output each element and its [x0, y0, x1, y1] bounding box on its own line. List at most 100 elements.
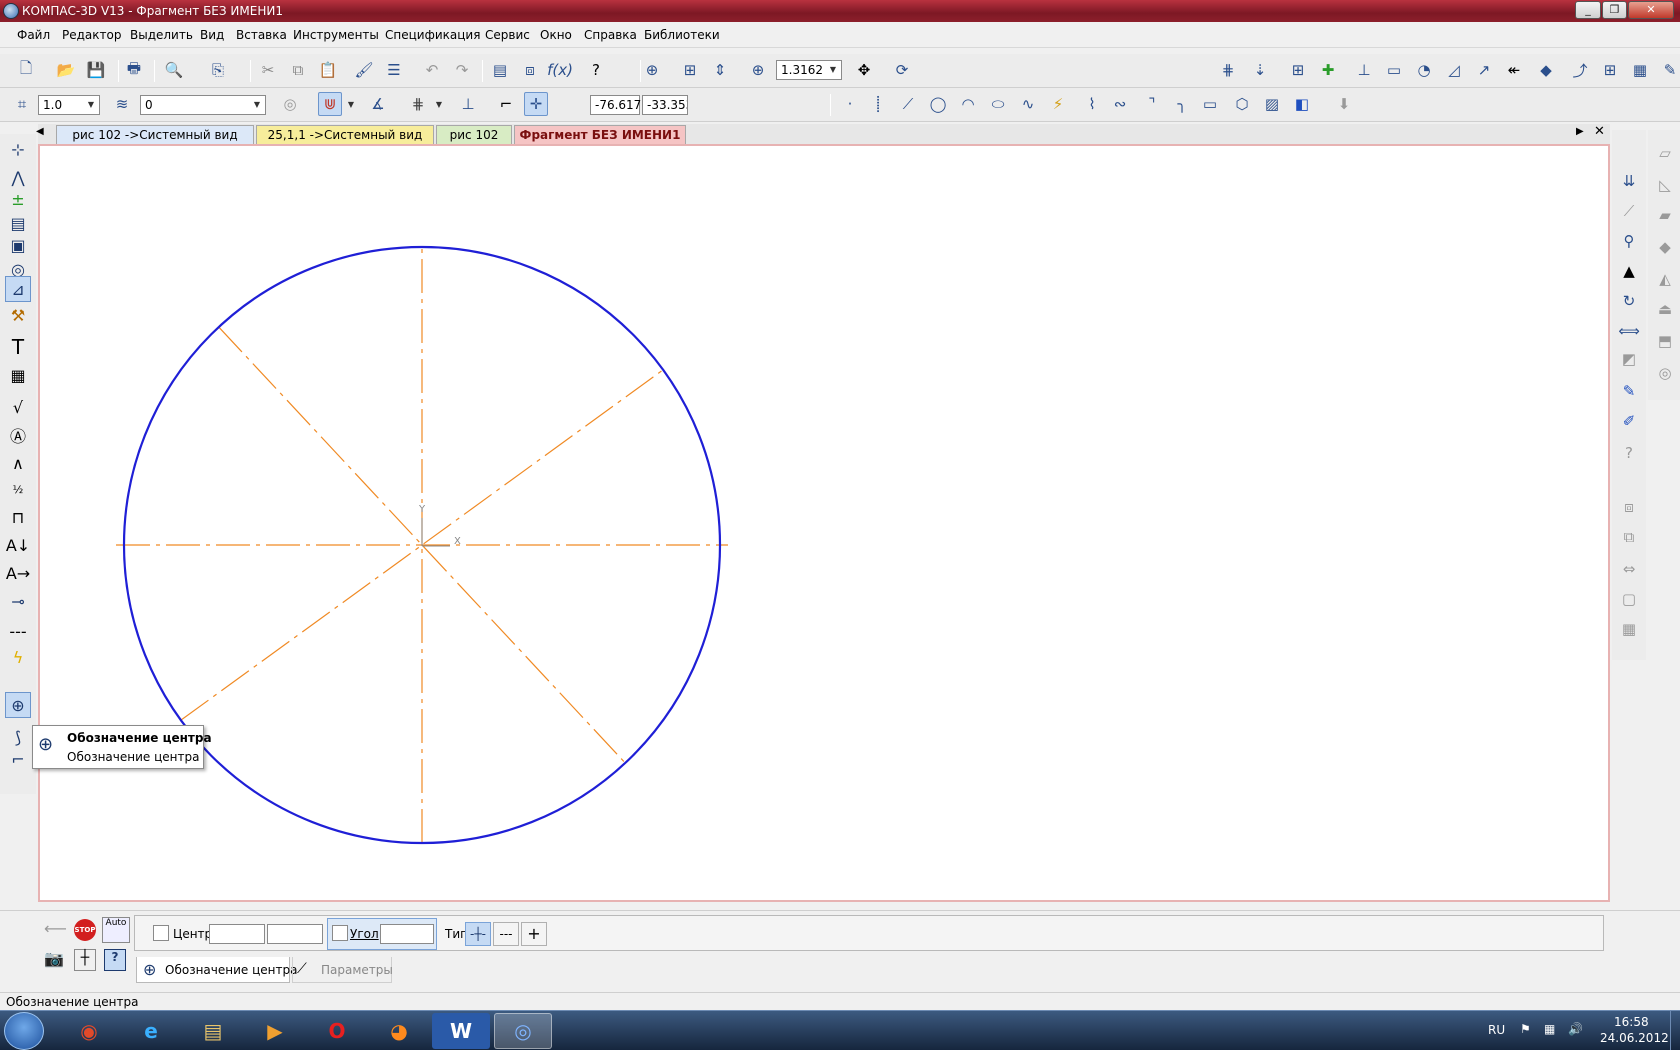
angle-input[interactable] — [380, 924, 434, 944]
manager-panel-icon[interactable]: ▤ — [488, 58, 512, 82]
tolerance-icon[interactable]: ⊓ — [5, 504, 31, 530]
block-icon[interactable]: ▢ — [1616, 586, 1642, 612]
cut-line-icon[interactable]: A↓ — [5, 532, 31, 558]
selection-group-icon[interactable]: ⊿ — [5, 276, 31, 302]
menu-service[interactable]: Сервис — [485, 28, 530, 42]
menu-help[interactable]: Справка — [584, 28, 637, 42]
center-y-input[interactable] — [267, 924, 323, 944]
back-arrow-icon[interactable]: ⟵ — [44, 919, 67, 938]
round-icon[interactable]: ⌐ — [494, 92, 518, 116]
snap-dropdown-icon[interactable]: ▼ — [344, 96, 358, 114]
hatch-icon[interactable]: ⋕ — [1216, 58, 1240, 82]
base-icon[interactable]: ⊥ — [1352, 58, 1376, 82]
word-icon[interactable]: W — [432, 1013, 490, 1049]
solid-2-icon[interactable]: ◭ — [1652, 266, 1678, 292]
menu-insert[interactable]: Вставка — [236, 28, 287, 42]
revolve-icon[interactable]: ◔ — [1412, 58, 1436, 82]
firefox-icon[interactable]: ◕ — [370, 1013, 428, 1049]
cut-icon[interactable]: ✂ — [256, 58, 280, 82]
local-cs-icon[interactable]: ⌗ — [10, 92, 34, 116]
cursor-snap-icon[interactable]: ✛ — [524, 92, 548, 116]
view-create-icon[interactable]: ⧈ — [1616, 494, 1642, 520]
open-folder-icon[interactable]: 📂 — [54, 58, 78, 82]
camera-icon[interactable]: 📷 — [44, 949, 64, 968]
zoom-dropdown-icon[interactable]: ▼ — [826, 61, 840, 79]
refresh-icon[interactable]: ⟳ — [890, 58, 914, 82]
function-icon[interactable]: f(x) — [547, 58, 573, 82]
tab-fragment-active[interactable]: Фрагмент БЕЗ ИМЕНИ1 — [514, 125, 686, 144]
language-indicator[interactable]: RU — [1488, 1023, 1505, 1037]
paste-icon[interactable]: 📋 — [316, 58, 340, 82]
help-circle-icon[interactable]: ? — [1616, 440, 1642, 466]
variables-icon[interactable]: ⧈ — [518, 58, 542, 82]
type-dash-button[interactable]: --- — [493, 922, 519, 946]
undo-icon[interactable]: ↶ — [420, 58, 444, 82]
axis-line-icon[interactable]: ⊸ — [5, 588, 31, 614]
menu-editor[interactable]: Редактор — [62, 28, 121, 42]
menu-window[interactable]: Окно — [540, 28, 572, 42]
network-icon[interactable]: ▦ — [1544, 1022, 1555, 1036]
table-arrange-icon[interactable]: ⊞ — [1598, 58, 1622, 82]
zoom-dynamic-icon[interactable]: ⇕ — [708, 58, 732, 82]
lens-tool-icon[interactable]: ⚲ — [1616, 228, 1642, 254]
new-document-icon[interactable]: 🗋 — [14, 58, 38, 82]
tab-25-1-1-system[interactable]: 25,1,1 ->Системный вид — [256, 125, 434, 144]
collection-icon[interactable]: ⚡ — [1046, 92, 1070, 116]
explorer-icon[interactable]: ▤ — [184, 1013, 242, 1049]
slope-icon[interactable]: ◿ — [1442, 58, 1466, 82]
clock-date[interactable]: 24.06.2012 — [1600, 1031, 1669, 1045]
menu-view[interactable]: Вид — [200, 28, 224, 42]
fill-icon[interactable]: ◧ — [1290, 92, 1314, 116]
properties-icon[interactable]: ☰ — [382, 58, 406, 82]
redo-icon[interactable]: ↷ — [450, 58, 474, 82]
table-icon[interactable]: ▦ — [5, 362, 31, 388]
layer-input[interactable]: 0 — [140, 95, 266, 115]
ellipse-icon[interactable]: ⬭ — [986, 92, 1010, 116]
tab-ris102[interactable]: рис 102 — [436, 125, 512, 144]
step-dropdown-icon[interactable]: ▼ — [84, 96, 98, 114]
grid-icon[interactable]: ⊞ — [1286, 58, 1310, 82]
grid-dropdown-icon[interactable]: ▼ — [432, 96, 446, 114]
opera-icon[interactable]: O — [308, 1013, 366, 1049]
zoom-window-icon[interactable]: ⊕ — [640, 58, 664, 82]
parametrization-group-icon[interactable]: ▣ — [5, 232, 31, 258]
layers-icon[interactable]: ≋ — [110, 92, 134, 116]
tab-ris102-system[interactable]: рис 102 ->Системный вид — [56, 125, 254, 144]
coord-x-field[interactable]: -76.617 — [590, 95, 641, 115]
format-brush-icon[interactable]: 🖌 — [352, 58, 376, 82]
leader-icon[interactable]: ↞ — [1502, 58, 1526, 82]
axes-icon[interactable]: ⊥ — [456, 92, 480, 116]
copy-icon[interactable]: ⧉ — [286, 58, 310, 82]
stop-button[interactable]: STOP — [74, 919, 96, 941]
restore-button[interactable]: ❐ — [1602, 1, 1627, 19]
angle-checkbox[interactable] — [332, 925, 348, 941]
ie-icon[interactable]: e — [122, 1013, 180, 1049]
show-desktop-button[interactable] — [1670, 1011, 1680, 1050]
tab-center-mark[interactable]: ⊕ Обозначение центра — [136, 957, 297, 983]
type-cross-button[interactable]: -┼- — [465, 922, 491, 946]
view-icon[interactable]: ▭ — [1382, 58, 1406, 82]
volume-icon[interactable]: 🔊 — [1568, 1022, 1583, 1036]
type-plus-button[interactable]: + — [521, 922, 547, 946]
position-mark-icon[interactable]: ½ — [5, 476, 31, 502]
menu-specification[interactable]: Спецификация — [385, 28, 480, 42]
solid-5-icon[interactable]: ◎ — [1652, 360, 1678, 386]
view-copy-icon[interactable]: ⧉ — [1616, 524, 1642, 550]
plane-2-icon[interactable]: ◺ — [1652, 172, 1678, 198]
tab-parameters[interactable]: ⟋ Параметры — [292, 957, 393, 983]
grid-toggle-icon[interactable]: ⋕ — [406, 92, 430, 116]
snap-magnet-icon[interactable]: ⋓ — [318, 92, 342, 116]
geometry-group-icon[interactable]: ⊹ — [5, 136, 31, 162]
triangle-tool-icon[interactable]: ◩ — [1616, 346, 1642, 372]
layer-dropdown-icon[interactable]: ▼ — [250, 96, 264, 114]
menu-tools[interactable]: Инструменты — [293, 28, 379, 42]
minimize-button[interactable]: _ — [1575, 1, 1601, 19]
center-mark-icon[interactable]: ⊕ — [5, 692, 31, 718]
slash-tool-icon[interactable]: ⟋ — [1616, 198, 1642, 224]
color-icon[interactable]: ◎ — [278, 92, 302, 116]
grid-add-icon[interactable]: ✚ — [1316, 58, 1340, 82]
chrome-icon[interactable]: ◉ — [60, 1013, 118, 1049]
angle-mark-icon[interactable]: ⌐ — [5, 746, 31, 772]
leader-line-icon[interactable]: ∧ — [5, 450, 31, 476]
roughness-icon[interactable]: √ — [5, 394, 31, 420]
